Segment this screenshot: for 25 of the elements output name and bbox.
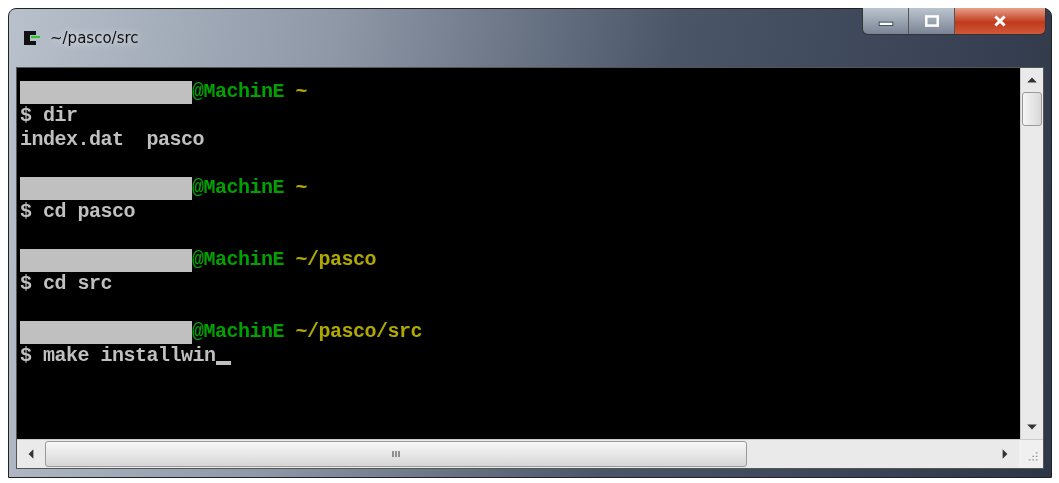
horizontal-scrollbar[interactable] [17, 440, 1019, 468]
prompt-path: ~/pasco/src [295, 320, 423, 344]
prompt-path: ~ [295, 80, 308, 104]
scroll-thumb[interactable] [45, 441, 747, 467]
maximize-button[interactable] [909, 8, 955, 34]
command-text: $ dir [20, 104, 78, 128]
command-text: $ make installwin [20, 344, 216, 368]
grip-icon [391, 449, 401, 459]
maximize-icon [923, 15, 940, 27]
close-button[interactable] [955, 8, 1045, 34]
scroll-thumb[interactable] [1022, 92, 1042, 126]
prompt-host: @MachinE [192, 176, 284, 200]
vertical-scrollbar[interactable] [1020, 68, 1043, 439]
command-text: $ cd pasco [20, 200, 136, 224]
command-text: $ cd src [20, 272, 112, 296]
prompt-host: @MachinE [192, 80, 284, 104]
terminal-app-icon [22, 29, 42, 47]
close-icon [992, 15, 1008, 27]
window-title: ~/pasco/src [50, 29, 139, 47]
prompt-path: ~ [295, 176, 308, 200]
prompt-host: @MachinE [192, 320, 284, 344]
prompt-path: ~/pasco [295, 248, 377, 272]
minimize-button[interactable] [863, 8, 909, 34]
output-text: index.dat pasco [20, 128, 205, 152]
prompt-host: @MachinE [192, 248, 284, 272]
